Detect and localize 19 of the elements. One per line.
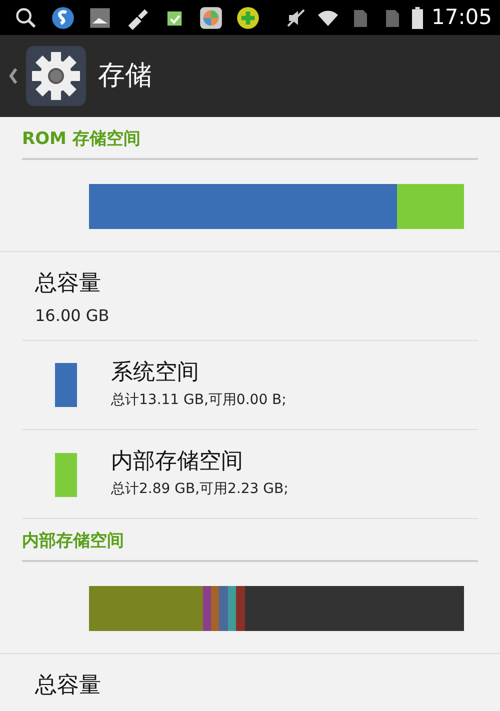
gear-icon — [26, 46, 86, 106]
app-icon — [199, 6, 223, 30]
total-label: 总容量 — [35, 270, 102, 298]
total-label: 总容量 — [35, 672, 102, 700]
total-value: 16.00 GB — [35, 304, 110, 326]
app-icon — [236, 6, 260, 30]
item-name: 内部存储空间 — [111, 448, 244, 476]
item-detail: 总计2.89 GB,可用2.23 GB; — [111, 480, 288, 500]
section-header: ROM 存储空间 — [22, 127, 478, 160]
app-icon — [51, 6, 75, 30]
item-name: 系统空间 — [111, 360, 200, 386]
app-icon — [88, 6, 112, 30]
back-icon[interactable] — [8, 66, 18, 86]
battery-icon — [412, 6, 424, 28]
status-time: 17:05 — [431, 4, 492, 31]
item-detail: 总计13.11 GB,可用0.00 B; — [111, 390, 286, 410]
page-title: 存储 — [98, 58, 152, 93]
search-icon — [14, 6, 38, 30]
section-header: 内部存储空间 — [22, 529, 478, 562]
